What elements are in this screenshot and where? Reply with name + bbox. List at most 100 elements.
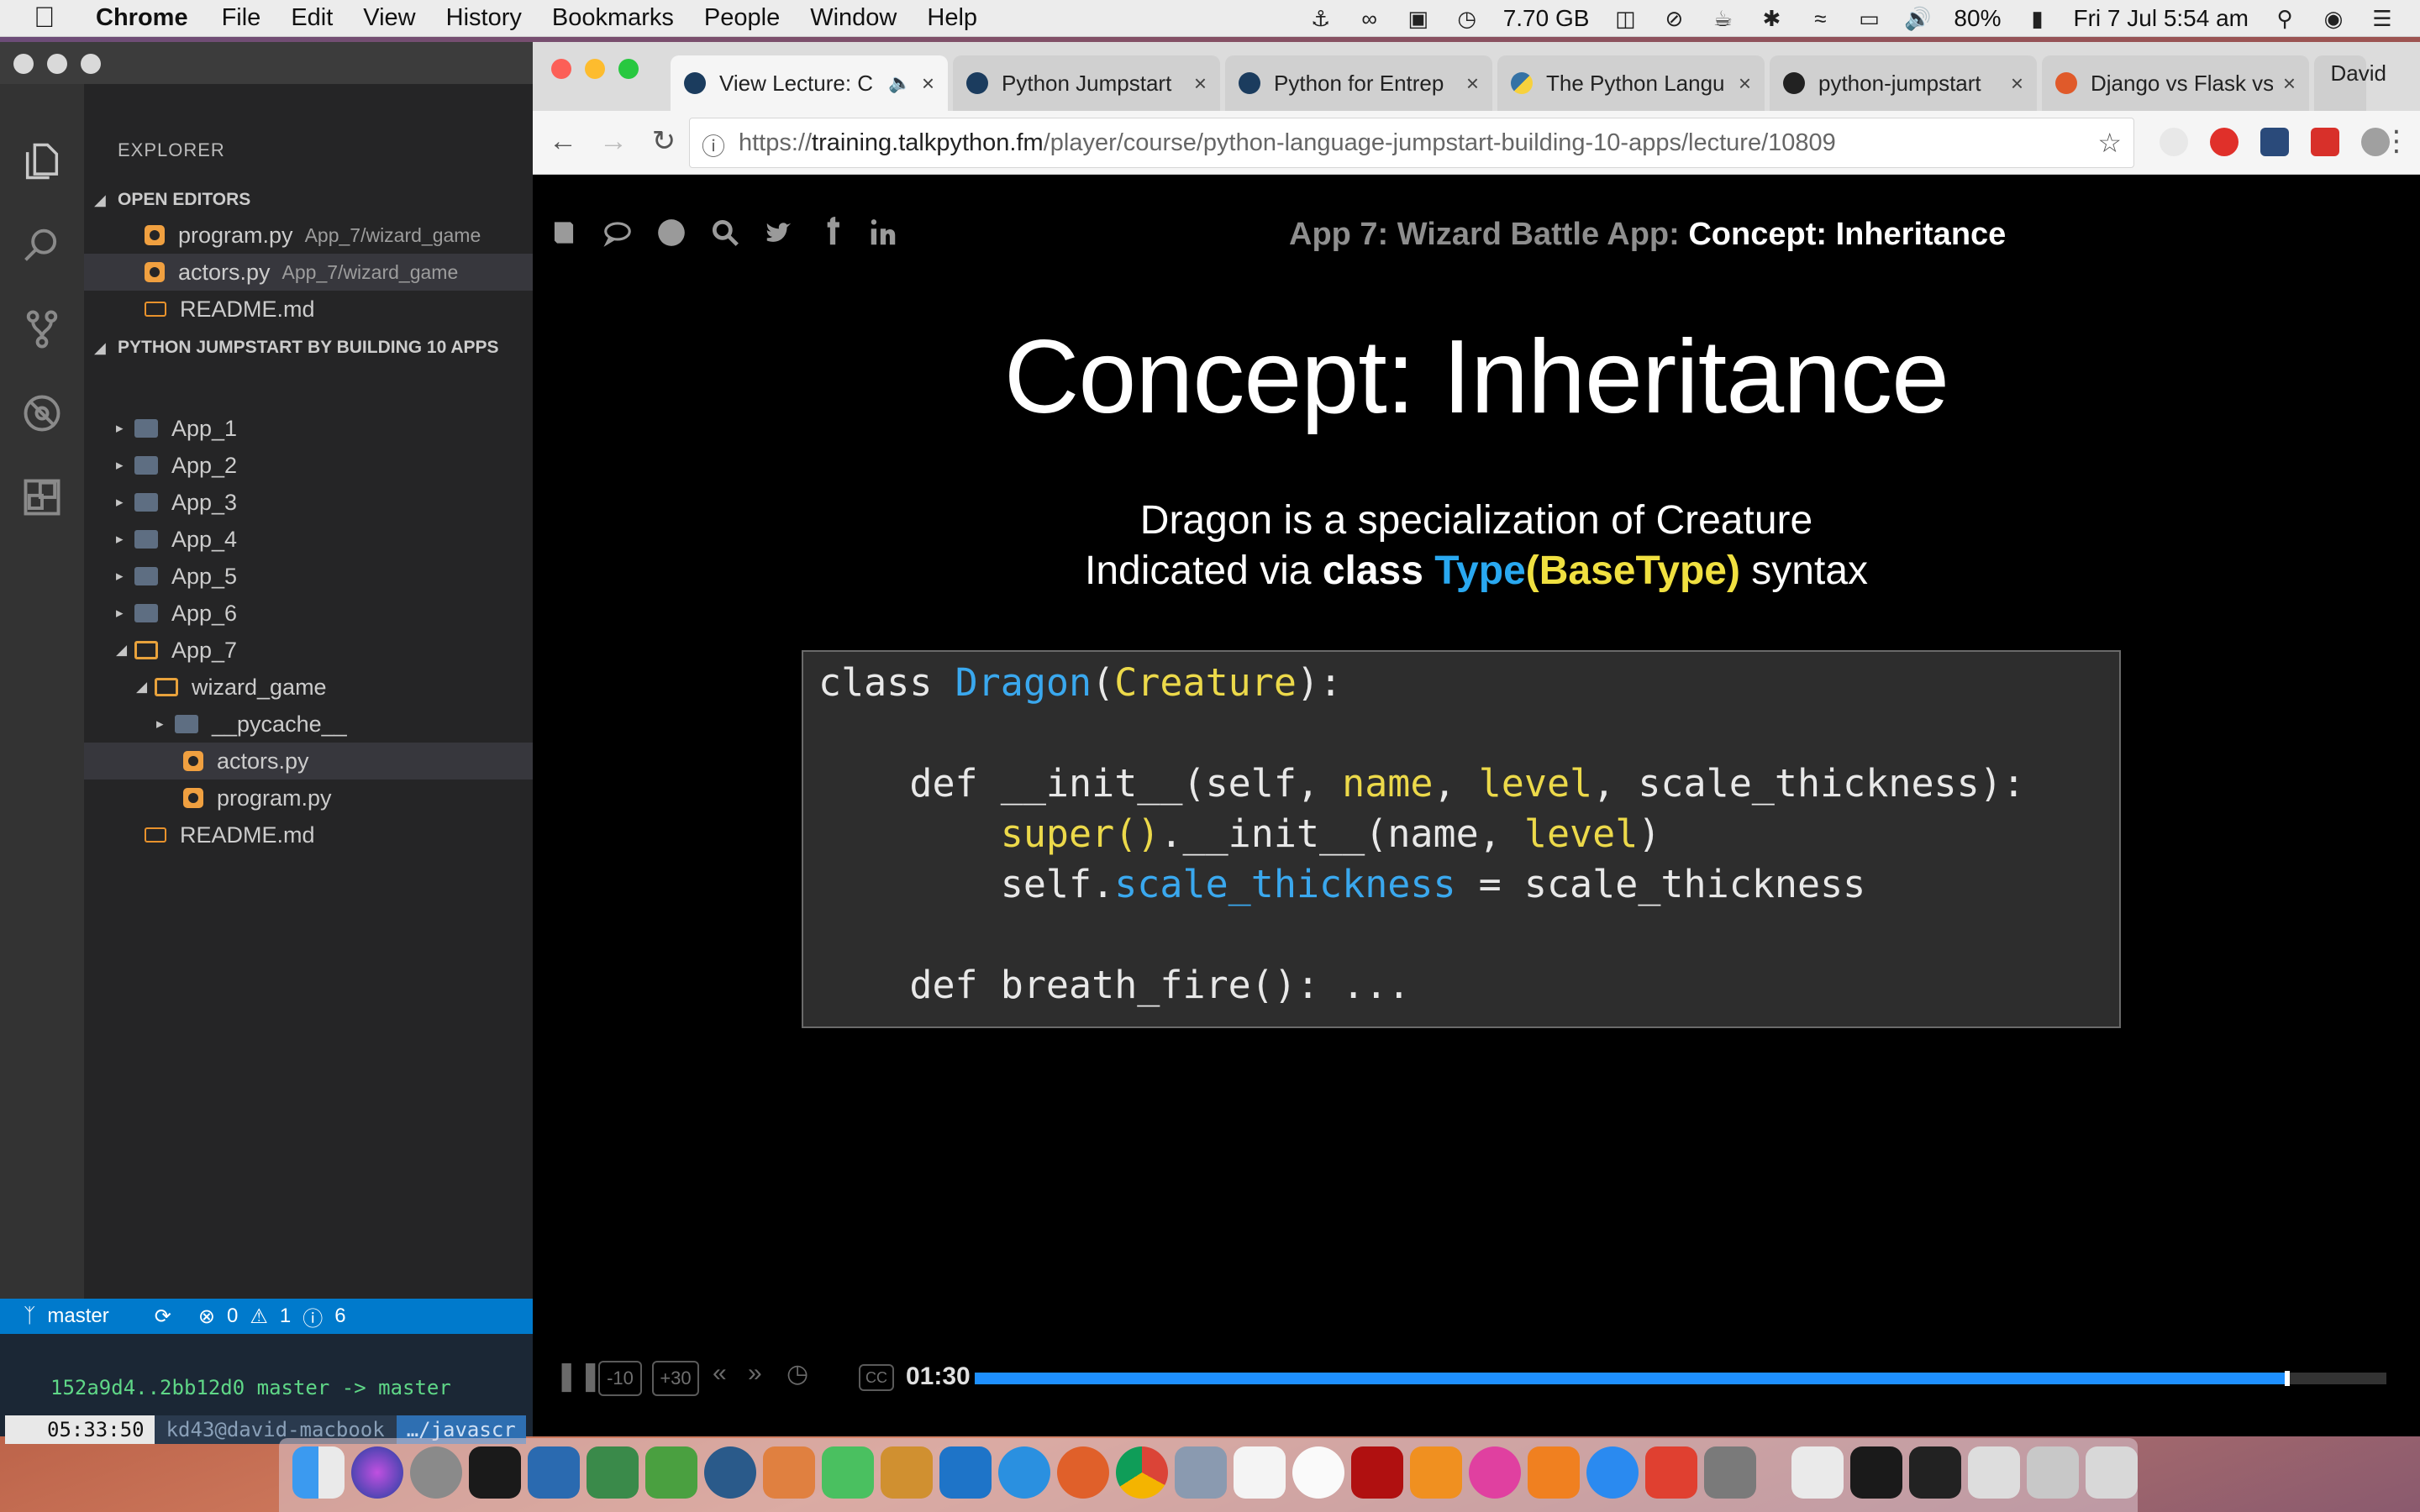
forward-30-button[interactable]: +30 [652,1361,699,1396]
close-tab-icon[interactable]: × [2283,71,2296,97]
scrivener-icon[interactable] [1292,1446,1344,1499]
ibooks-icon[interactable] [1410,1446,1462,1499]
remote-desktop-icon[interactable] [1645,1446,1697,1499]
linkedin-icon[interactable] [867,217,899,249]
address-bar[interactable]: ⓘ https://training.talkpython.fm/player/… [689,118,2134,168]
close-tab-icon[interactable]: × [1466,71,1479,97]
next-icon[interactable]: » [748,1359,762,1388]
menu-file[interactable]: File [222,4,261,32]
progress-bar[interactable] [975,1371,2386,1386]
audio-playing-icon[interactable]: 🔈 [888,72,911,94]
tab-python-language[interactable]: The Python Langu × [1497,55,1765,111]
sourcetree-tree-icon[interactable] [704,1446,756,1499]
menu-people[interactable]: People [704,4,780,32]
finder-icon[interactable] [292,1446,345,1499]
menu-view[interactable]: View [363,4,415,32]
launchpad-icon[interactable] [410,1446,462,1499]
error-count[interactable]: 0 [227,1305,238,1328]
source-control-icon[interactable] [20,307,64,351]
window-thumbnail-icon[interactable] [1968,1446,2020,1499]
app-status-icon[interactable]: ▣ [1406,6,1431,31]
forward-arrow-icon[interactable]: → [595,123,632,160]
clock[interactable]: Fri 7 Jul 5:54 am [2073,5,2249,32]
creative-cloud-icon[interactable]: ∞ [1357,6,1382,31]
back-arrow-icon[interactable]: ← [544,123,581,160]
messages-icon[interactable] [645,1446,697,1499]
vscode-icon[interactable] [939,1446,992,1499]
menu-history[interactable]: History [446,4,522,32]
tab-view-lecture[interactable]: View Lecture: C 🔈 × [671,55,948,111]
rewind-10-button[interactable]: -10 [598,1361,642,1396]
bluetooth-icon[interactable]: ✱ [1759,6,1784,31]
closed-captions-button[interactable]: CC [859,1364,894,1391]
tree-folder-open[interactable]: ◢ App_7 [84,632,533,669]
terminal-panel[interactable]: 152a9d4..2bb12d0 master -> master 05:33:… [0,1334,533,1444]
extensions-icon[interactable] [20,475,64,519]
menu-bookmarks[interactable]: Bookmarks [552,4,674,32]
sublime-icon[interactable] [881,1446,933,1499]
app-store-icon[interactable] [1586,1446,1639,1499]
tab-github-python-jumpstart[interactable]: python-jumpstart × [1770,55,2037,111]
info-count[interactable]: 6 [334,1305,345,1328]
files-icon[interactable] [20,139,64,183]
postman-icon[interactable] [763,1446,815,1499]
trash-icon[interactable] [2086,1446,2138,1499]
tree-folder[interactable]: ▸ App_1 [84,410,533,447]
reload-icon[interactable]: ↻ [645,123,682,160]
previous-icon[interactable]: « [713,1359,727,1388]
facebook-icon[interactable] [817,217,849,249]
window-thumbnail-icon[interactable] [1850,1446,1902,1499]
open-editor-item[interactable]: README.md [84,291,533,328]
do-not-disturb-icon[interactable]: ⊘ [1661,6,1686,31]
spotlight-icon[interactable]: ⚲ [2272,6,2297,31]
debug-icon[interactable] [20,391,64,435]
close-window-icon[interactable] [551,59,571,79]
terminal-icon[interactable] [469,1446,521,1499]
minimize-window-icon[interactable] [47,54,67,74]
warning-count[interactable]: 1 [280,1305,291,1328]
tree-folder-open[interactable]: ◢ wizard_game [84,669,533,706]
vlc-icon[interactable] [1528,1446,1580,1499]
close-tab-icon[interactable]: × [2011,71,2023,97]
wifi-icon[interactable]: ≈ [1807,6,1833,31]
menu-help[interactable]: Help [927,4,977,32]
git-branch[interactable]: master [47,1305,108,1328]
open-editor-item-active[interactable]: actors.py App_7/wizard_game [84,254,533,291]
tree-file[interactable]: program.py [84,780,533,816]
minimize-window-icon[interactable] [585,59,605,79]
tree-folder[interactable]: ▸ App_5 [84,558,533,595]
close-tab-icon[interactable]: × [1739,71,1751,97]
airplay-icon[interactable]: ▭ [1856,6,1881,31]
tree-folder[interactable]: ▸ App_3 [84,484,533,521]
close-tab-icon[interactable]: × [1194,71,1207,97]
acrobat-icon[interactable] [1351,1446,1403,1499]
system-preferences-icon[interactable] [1704,1446,1756,1499]
tree-file-selected[interactable]: actors.py [84,743,533,780]
search-icon[interactable] [20,223,64,267]
menu-kebab-icon[interactable]: ⋮ [2378,123,2415,160]
info-icon[interactable]: ⓘ [702,129,725,162]
chrome-icon[interactable] [1116,1446,1168,1499]
menu-window[interactable]: Window [810,4,897,32]
comment-icon[interactable] [602,217,634,249]
tree-folder[interactable]: ▸ __pycache__ [84,706,533,743]
pause-icon[interactable]: ❚❚ [555,1359,602,1393]
calendar-icon[interactable] [1234,1446,1286,1499]
volume-icon[interactable]: 🔊 [1904,6,1931,31]
bookmark-star-icon[interactable]: ☆ [2097,127,2122,159]
search-icon[interactable] [709,217,741,249]
zoom-window-icon[interactable] [618,59,639,79]
calendar-extension-icon[interactable] [2311,128,2339,156]
vim-icon[interactable] [822,1446,874,1499]
apple-icon[interactable]:  [34,2,84,34]
mysql-workbench-icon[interactable] [528,1446,580,1499]
preview-icon[interactable] [1175,1446,1227,1499]
tab-django-vs-flask[interactable]: Django vs Flask vs × [2042,55,2309,111]
open-editor-item[interactable]: program.py App_7/wizard_game [84,217,533,254]
sync-icon[interactable]: ⟳ [155,1305,171,1329]
memory-readout[interactable]: 7.70 GB [1503,5,1590,32]
menu-edit[interactable]: Edit [291,4,333,32]
tree-folder[interactable]: ▸ App_2 [84,447,533,484]
html5-icon[interactable]: ◫ [1612,6,1638,31]
user-icon[interactable]: ◉ [2321,6,2346,31]
